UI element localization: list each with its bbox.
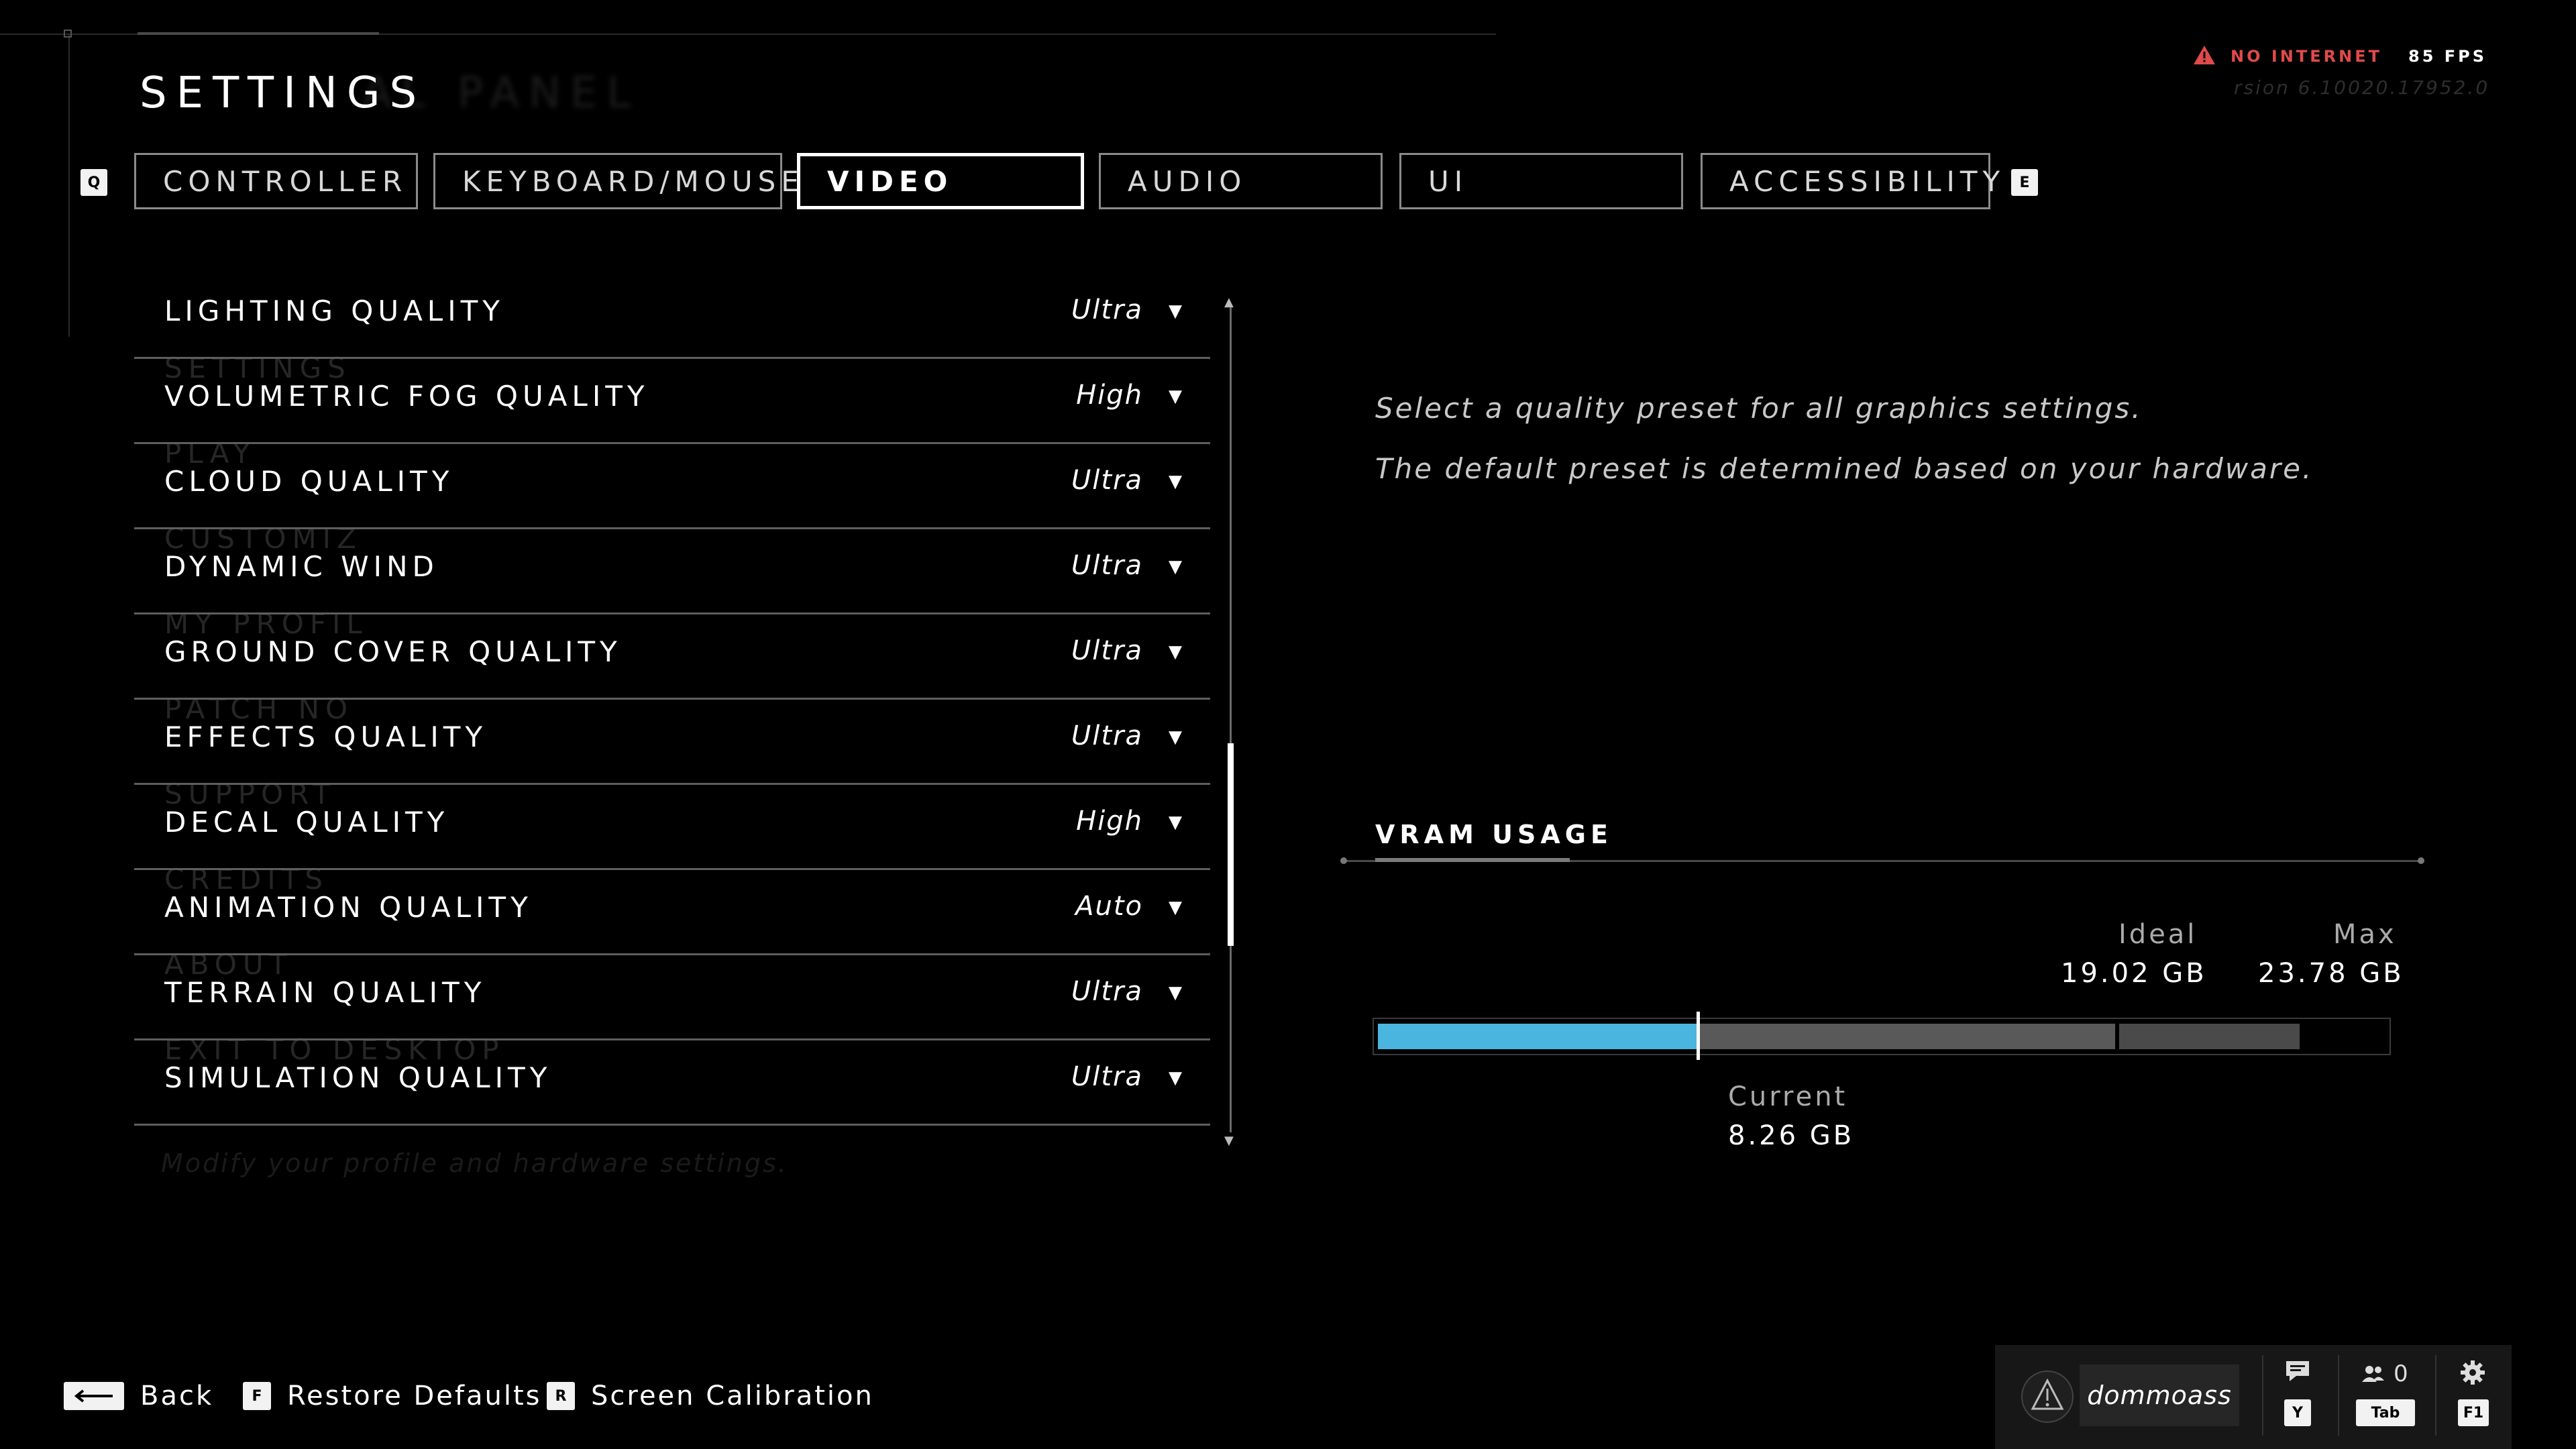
setting-value: Ultra [1071, 635, 1143, 666]
chevron-down-icon: ▼ [1169, 301, 1182, 321]
scrollbar-track[interactable] [1230, 307, 1232, 1132]
setting-label: SIMULATION QUALITY [164, 1061, 552, 1094]
vram-bar-current-fill [1378, 1024, 1699, 1049]
username[interactable]: dommoass [2080, 1364, 2239, 1426]
vram-ideal-label: Ideal [2118, 919, 2198, 950]
setting-label: VOLUMETRIC FOG QUALITY [164, 380, 649, 413]
setting-value: High [1076, 806, 1143, 837]
vram-divider-dot [2418, 857, 2424, 864]
setting-row-ground-cover-quality[interactable]: GROUND COVER QUALITY Ultra ▼ [134, 612, 1210, 700]
settings-key-hint: F1 [2458, 1399, 2489, 1426]
tab-controller[interactable]: CONTROLLER [134, 153, 418, 209]
setting-value: Auto [1075, 891, 1143, 922]
scroll-up-arrow-icon[interactable]: ▲ [1224, 295, 1234, 309]
avatar[interactable] [2019, 1368, 2076, 1425]
setting-row-effects-quality[interactable]: EFFECTS QUALITY Ultra ▼ [134, 698, 1210, 785]
description-line-2: The default preset is determined based o… [1375, 452, 2314, 485]
setting-label: EFFECTS QUALITY [164, 720, 488, 753]
vram-current-value: 8.26 GB [1728, 1120, 1855, 1151]
setting-row-decal-quality[interactable]: DECAL QUALITY High ▼ [134, 783, 1210, 870]
chat-key-hint: Y [2284, 1399, 2311, 1426]
no-internet-status: NO INTERNET [2231, 47, 2382, 66]
tab-video[interactable]: VIDEO [797, 153, 1084, 209]
fps-counter: 85 FPS [2408, 47, 2487, 66]
scroll-down-arrow-icon[interactable]: ▼ [1224, 1134, 1234, 1148]
vram-max-value: 23.78 GB [2258, 958, 2404, 989]
restore-key-hint: F [243, 1382, 271, 1410]
setting-row-animation-quality[interactable]: ANIMATION QUALITY Auto ▼ [134, 868, 1210, 955]
screen-calibration-label: Screen Calibration [591, 1381, 874, 1411]
setting-value: Ultra [1071, 1061, 1143, 1092]
setting-value: High [1076, 380, 1143, 411]
setting-row-cloud-quality[interactable]: CLOUD QUALITY Ultra ▼ [134, 442, 1210, 529]
friends-icon[interactable] [2361, 1364, 2385, 1383]
setting-value: Ultra [1071, 720, 1143, 751]
chevron-down-icon: ▼ [1169, 557, 1182, 577]
panel-divider [2262, 1355, 2263, 1436]
next-tab-key-hint[interactable]: E [2011, 169, 2038, 196]
chat-icon[interactable] [2284, 1359, 2311, 1383]
vram-usage-title: VRAM USAGE [1375, 820, 1613, 849]
setting-label: CLOUD QUALITY [164, 465, 454, 498]
setting-value: Ultra [1071, 976, 1143, 1007]
setting-label: LIGHTING QUALITY [164, 294, 504, 327]
vram-ideal-value: 19.02 GB [2061, 958, 2207, 989]
panel-divider [2338, 1355, 2339, 1436]
restore-defaults-button[interactable]: F Restore Defaults [243, 1381, 541, 1411]
setting-row-volumetric-fog-quality[interactable]: VOLUMETRIC FOG QUALITY High ▼ [134, 357, 1210, 444]
chevron-down-icon: ▼ [1169, 727, 1182, 747]
setting-value: Ultra [1071, 550, 1143, 581]
frame-corner-dot [64, 30, 72, 38]
setting-label: DYNAMIC WIND [164, 550, 439, 583]
prev-tab-key-hint[interactable]: Q [80, 169, 107, 196]
setting-label: ANIMATION QUALITY [164, 891, 533, 924]
chevron-down-icon: ▼ [1169, 642, 1182, 662]
setting-value: Ultra [1071, 465, 1143, 496]
setting-row-lighting-quality[interactable]: LIGHTING QUALITY Ultra ▼ [134, 272, 1210, 359]
vram-current-label: Current [1728, 1081, 1848, 1112]
back-button[interactable]: Back [64, 1381, 213, 1411]
setting-row-terrain-quality[interactable]: TERRAIN QUALITY Ultra ▼ [134, 953, 1210, 1040]
chevron-down-icon: ▼ [1169, 1068, 1182, 1088]
panel-divider [2435, 1355, 2436, 1436]
left-frame-line [68, 35, 70, 337]
friends-key-hint: Tab [2356, 1399, 2415, 1426]
setting-row-dynamic-wind[interactable]: DYNAMIC WIND Ultra ▼ [134, 527, 1210, 614]
tab-ui[interactable]: UI [1399, 153, 1683, 209]
friends-count: 0 [2394, 1360, 2408, 1387]
restore-defaults-label: Restore Defaults [287, 1381, 542, 1411]
setting-label: DECAL QUALITY [164, 806, 449, 839]
setting-label: TERRAIN QUALITY [164, 976, 486, 1009]
description-line-1: Select a quality preset for all graphics… [1375, 392, 2143, 425]
warning-triangle-icon [2194, 46, 2215, 64]
back-label: Back [140, 1381, 214, 1411]
vram-divider-dot [1340, 857, 1347, 864]
ghost-footnote: Modify your profile and hardware setting… [161, 1148, 788, 1178]
chevron-down-icon: ▼ [1169, 983, 1182, 1003]
tab-audio[interactable]: AUDIO [1099, 153, 1383, 209]
setting-label: GROUND COVER QUALITY [164, 635, 622, 668]
gear-icon[interactable] [2459, 1359, 2486, 1386]
back-arrow-icon [64, 1382, 124, 1410]
chevron-down-icon: ▼ [1169, 386, 1182, 407]
page-title: SETTINGS [140, 68, 427, 118]
vram-bar-max-segment [2118, 1024, 2300, 1049]
setting-value: Ultra [1071, 294, 1143, 325]
tab-keyboard-mouse[interactable]: KEYBOARD/MOUSE [433, 153, 799, 209]
scrollbar-thumb[interactable] [1228, 743, 1234, 946]
chevron-down-icon: ▼ [1169, 472, 1182, 492]
tab-accessibility[interactable]: ACCESSIBILITY [1701, 153, 2000, 209]
vram-max-label: Max [2333, 919, 2397, 950]
vram-current-marker [1697, 1012, 1701, 1060]
vram-divider-accent [1375, 858, 1570, 862]
chevron-down-icon: ▼ [1169, 812, 1182, 833]
chevron-down-icon: ▼ [1169, 898, 1182, 918]
setting-row-simulation-quality[interactable]: SIMULATION QUALITY Ultra ▼ [134, 1038, 1210, 1126]
calibration-key-hint: R [547, 1382, 575, 1410]
top-frame-accent [138, 32, 379, 35]
screen-calibration-button[interactable]: R Screen Calibration [547, 1381, 874, 1411]
version-text: rsion 6.10020.17952.0 [2234, 76, 2490, 99]
